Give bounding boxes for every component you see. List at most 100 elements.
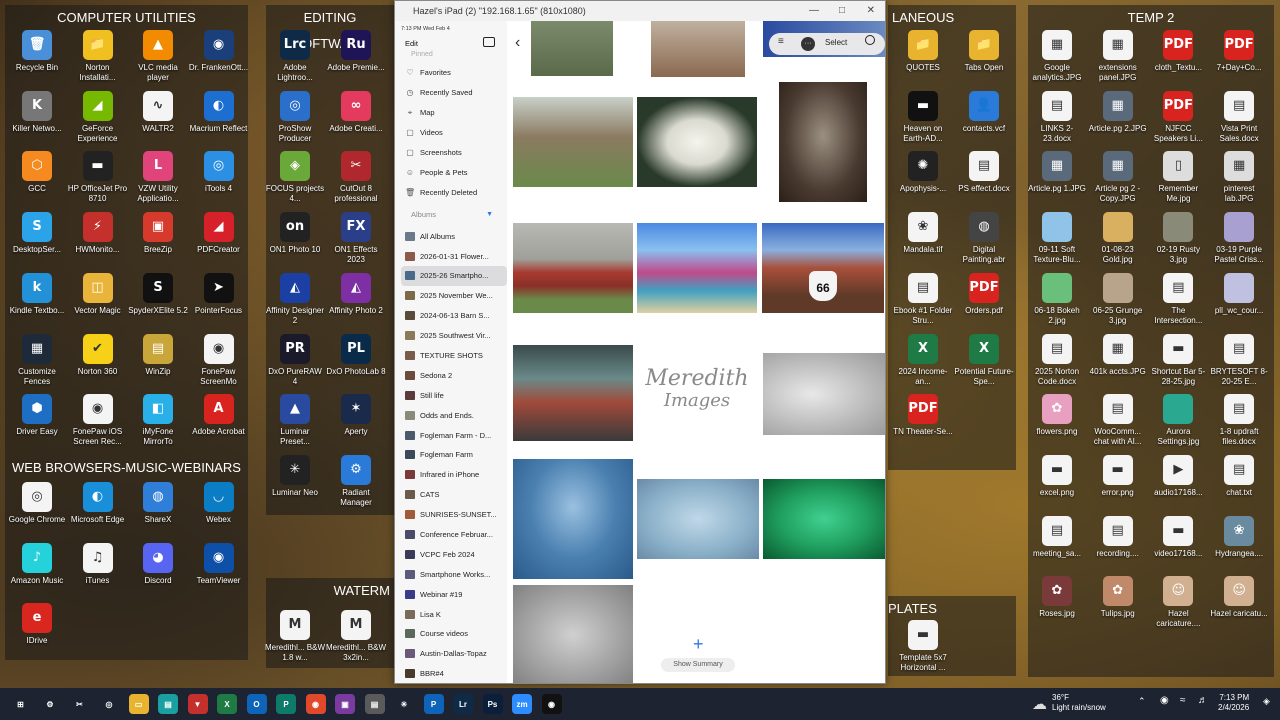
album-item[interactable]: Infrared in iPhone — [395, 465, 507, 485]
pll-wc-cour-shortcut[interactable]: pll_wc_cour... — [1209, 272, 1269, 316]
photo-thumbnail[interactable] — [513, 345, 633, 441]
itunes-shortcut[interactable]: ♫ iTunes — [68, 542, 128, 586]
sidebar-item-screenshots[interactable]: ▢ Screenshots — [395, 143, 507, 163]
weather-icon[interactable]: ☁ — [1032, 695, 1047, 713]
grunge-3-shortcut[interactable]: 06-25 Grunge 3.jpg — [1088, 272, 1148, 326]
plus-icon[interactable]: + — [693, 635, 704, 653]
clock[interactable]: 7:13 PM 2/4/2026 — [1218, 693, 1249, 713]
gcc-shortcut[interactable]: ⬡ GCC — [7, 151, 67, 194]
album-item[interactable]: 2026-01-31 Flower... — [395, 246, 507, 266]
winzip-shortcut[interactable]: ▤ WinZip — [128, 333, 188, 377]
start-button[interactable]: ⊞ — [10, 694, 31, 714]
photo-thumbnail[interactable] — [513, 585, 633, 683]
snipping-icon[interactable]: ✂ — [69, 694, 90, 714]
apophysis-shortcut[interactable]: ✺ Apophysis-... — [893, 151, 953, 194]
recycle-bin-shortcut[interactable]: 🗑 Recycle Bin — [7, 30, 67, 73]
album-item[interactable]: BBR#4 — [395, 664, 507, 683]
sidebar-toggle-icon[interactable] — [483, 37, 495, 47]
pinterest-lab-shortcut[interactable]: ▦ pinterest lab.JPG — [1209, 151, 1269, 204]
album-item[interactable]: Conference Februar... — [395, 525, 507, 545]
luminar-taskbar-icon[interactable]: ✳ — [394, 694, 414, 714]
sidebar-item-map[interactable]: ⌖ Map — [395, 103, 507, 123]
dxo-photolab-shortcut[interactable]: PL DxO PhotoLab 8 — [326, 333, 386, 377]
fonepaw-screenmo-shortcut[interactable]: ◉ FonePaw ScreenMo — [189, 333, 249, 387]
lightroom-taskbar-icon[interactable]: Lr — [453, 694, 473, 714]
webex-shortcut[interactable]: ◡ Webex — [189, 482, 249, 525]
premiere-shortcut[interactable]: Ru Adobe Premie... — [326, 30, 386, 73]
aurora-settings-shortcut[interactable]: Aurora Settings.jpg — [1148, 394, 1208, 447]
digital-painting-shortcut[interactable]: ◍ Digital Painting.abr — [954, 212, 1014, 265]
fonepaw-ios-shortcut[interactable]: ◉ FonePaw iOS Screen Rec... — [68, 394, 128, 447]
meeting-sa-shortcut[interactable]: ▤ meeting_sa... — [1027, 515, 1087, 559]
quotes-shortcut[interactable]: 📁 QUOTES — [893, 30, 953, 73]
album-item[interactable]: Odds and Ends. — [395, 405, 507, 425]
app-red-icon[interactable]: ◉ — [305, 694, 326, 714]
photo-thumbnail[interactable] — [637, 223, 757, 313]
photo-thumbnail[interactable] — [513, 97, 633, 187]
waltr2-shortcut[interactable]: ∿ WALTR2 — [128, 90, 188, 134]
audio-file-shortcut[interactable]: ▶ audio17168... — [1148, 454, 1208, 498]
remember-me-shortcut[interactable]: ▯ Remember Me.jpg — [1148, 151, 1208, 204]
edit-button[interactable]: Edit — [405, 39, 418, 48]
breezip-shortcut[interactable]: ▣ BreeZip — [128, 212, 188, 255]
album-item[interactable]: 2025 Southwest Vir... — [395, 326, 507, 346]
spyderx-shortcut[interactable]: S SpyderXElite 5.2 — [128, 272, 188, 316]
discord-shortcut[interactable]: ◕ Discord — [128, 542, 188, 586]
photo-grid[interactable]: ‹ ≡ ··· Select 66 Meredith Images + Show… — [507, 21, 885, 683]
minimize-button[interactable]: — — [809, 1, 819, 21]
error-png-shortcut[interactable]: ▬ error.png — [1088, 454, 1148, 498]
pdfcreator-shortcut[interactable]: ◢ PDFCreator — [189, 212, 249, 255]
hazel-caricature-1-shortcut[interactable]: ☺ Hazel caricature.... — [1148, 576, 1208, 629]
extensions-panel-shortcut[interactable]: ▦ extensions panel.JPG — [1088, 30, 1148, 83]
income-2024-shortcut[interactable]: X 2024 Income-an... — [893, 333, 953, 387]
album-item[interactable]: All Albums — [395, 226, 507, 246]
lightroom-shortcut[interactable]: Lrc Adobe Lightroo... — [265, 30, 325, 83]
dxo-purerw-shortcut[interactable]: PR DxO PureRAW 4 — [265, 333, 325, 387]
album-item[interactable]: Fogleman Farm — [395, 445, 507, 465]
album-item[interactable]: Sedona 2 — [395, 365, 507, 385]
watermark-photo[interactable]: Meredith Images — [637, 355, 757, 435]
roses-jpg-shortcut[interactable]: ✿ Roses.jpg — [1027, 576, 1087, 619]
microsoft-edge-shortcut[interactable]: ◐ Microsoft Edge — [68, 482, 128, 525]
album-item[interactable]: VCPC Feb 2024 — [395, 544, 507, 564]
focus-projects-shortcut[interactable]: ◈ FOCUS projects 4... — [265, 151, 325, 204]
album-item[interactable]: Austin-Dallas-Topaz — [395, 644, 507, 664]
excel-png-shortcut[interactable]: ▬ excel.png — [1027, 454, 1087, 498]
adobe-acrobat-shortcut[interactable]: A Adobe Acrobat — [189, 394, 249, 437]
photo-thumbnail[interactable] — [637, 97, 757, 187]
wifi-icon[interactable]: ≈ — [1180, 695, 1186, 706]
rusty-3-shortcut[interactable]: 02-19 Rusty 3.jpg — [1148, 212, 1208, 265]
photo-thumbnail[interactable] — [763, 353, 885, 435]
search-icon[interactable] — [865, 35, 875, 45]
select-button[interactable]: Select — [825, 38, 847, 47]
meredith-bw-2-shortcut[interactable]: M Meredithl... B&W 3x2in... — [326, 610, 386, 663]
tn-theater-shortcut[interactable]: PDF TN Theater-Se... — [893, 394, 953, 437]
frankenotter-shortcut[interactable]: ◉ Dr. FrankenOtt... — [189, 30, 249, 73]
tulips-jpg-shortcut[interactable]: ✿ Tulips.jpg — [1088, 576, 1148, 619]
hydrangea-shortcut[interactable]: ❀ Hydrangea.... — [1209, 515, 1269, 559]
vlc-shortcut[interactable]: ▲ VLC media player — [128, 30, 188, 83]
excel-taskbar-icon[interactable]: X — [217, 694, 237, 714]
soft-texture-shortcut[interactable]: 09-11 Soft Texture-Blu... — [1027, 212, 1087, 265]
network-icon[interactable]: ◉ — [1160, 695, 1169, 706]
itools-shortcut[interactable]: ◎ iTools 4 — [189, 151, 249, 194]
on1-effects-shortcut[interactable]: FX ON1 Effects 2023 — [326, 212, 386, 265]
links-docx-shortcut[interactable]: ▤ LINKS 2-23.docx — [1027, 90, 1087, 144]
luminar-neo-shortcut[interactable]: ✳ Luminar Neo — [265, 454, 325, 498]
hazel-caricature-2-shortcut[interactable]: ☺ Hazel caricatu... — [1209, 576, 1269, 619]
photo-thumbnail[interactable] — [763, 479, 885, 559]
brytesoft-shortcut[interactable]: ▤ BRYTESOFT 8-20-25 E... — [1209, 333, 1269, 387]
7-day-code-shortcut[interactable]: PDF 7+Day+Co... — [1209, 30, 1269, 73]
kindle-shortcut[interactable]: k Kindle Textbo... — [7, 272, 67, 316]
show-summary-button[interactable]: Show Summary — [661, 658, 735, 672]
vector-magic-shortcut[interactable]: ◫ Vector Magic — [68, 272, 128, 316]
album-item[interactable]: Lisa K — [395, 604, 507, 624]
settings-icon[interactable]: ⚙ — [40, 694, 60, 714]
hp-officejet-shortcut[interactable]: ▬ HP OfficeJet Pro 8710 — [68, 151, 128, 204]
cloth-texture-shortcut[interactable]: PDF cloth_Textu... — [1148, 30, 1208, 73]
photo-thumbnail[interactable] — [779, 82, 867, 202]
album-item[interactable]: Smartphone Works... — [395, 564, 507, 584]
luminar-preset-shortcut[interactable]: ▲ Luminar Preset... — [265, 394, 325, 447]
album-item[interactable]: Fogleman Farm - D... — [395, 425, 507, 445]
app-teal-icon[interactable]: ▤ — [158, 694, 178, 714]
